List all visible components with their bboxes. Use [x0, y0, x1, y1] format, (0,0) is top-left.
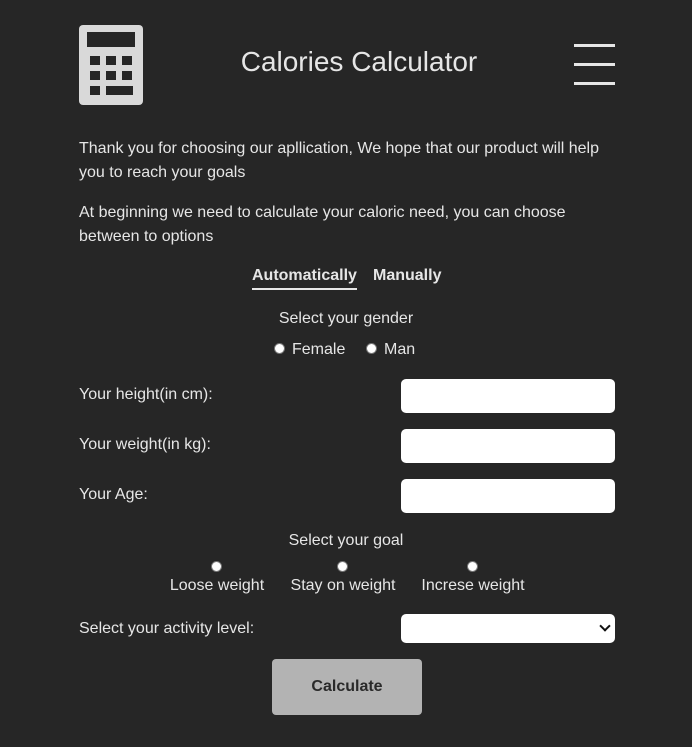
weight-label: Your weight(in kg): [79, 436, 211, 453]
gender-female-label: Female [292, 341, 346, 358]
age-label: Your Age: [79, 486, 148, 503]
goal-loose-label: Loose weight [169, 577, 265, 594]
height-input[interactable] [401, 379, 615, 413]
goal-increase-radio[interactable] [467, 561, 478, 572]
weight-input[interactable] [401, 429, 615, 463]
calculate-button[interactable]: Calculate [272, 659, 422, 715]
goal-stay-radio[interactable] [337, 561, 348, 572]
gender-female-radio[interactable] [274, 343, 285, 354]
activity-label: Select your activity level: [79, 620, 255, 637]
gender-man-radio[interactable] [366, 343, 377, 354]
goal-loose-radio[interactable] [211, 561, 222, 572]
chevron-down-icon [599, 620, 611, 632]
height-label: Your height(in cm): [79, 386, 213, 403]
intro-paragraph-1: Thank you for choosing our apllication, … [79, 140, 600, 181]
goal-title: Select your goal [288, 532, 404, 549]
activity-select[interactable] [401, 614, 615, 643]
hamburger-menu-icon[interactable] [574, 44, 616, 86]
age-input[interactable] [401, 479, 615, 513]
intro-paragraph-2: At beginning we need to calculate your c… [79, 204, 566, 245]
gender-man-label: Man [384, 341, 416, 358]
tab-manually[interactable]: Manually [373, 267, 441, 288]
tab-automatically[interactable]: Automatically [252, 267, 357, 290]
gender-title: Select your gender [278, 310, 414, 327]
goal-stay-label: Stay on weight [290, 577, 396, 594]
goal-increase-label: Increse weight [421, 577, 525, 594]
